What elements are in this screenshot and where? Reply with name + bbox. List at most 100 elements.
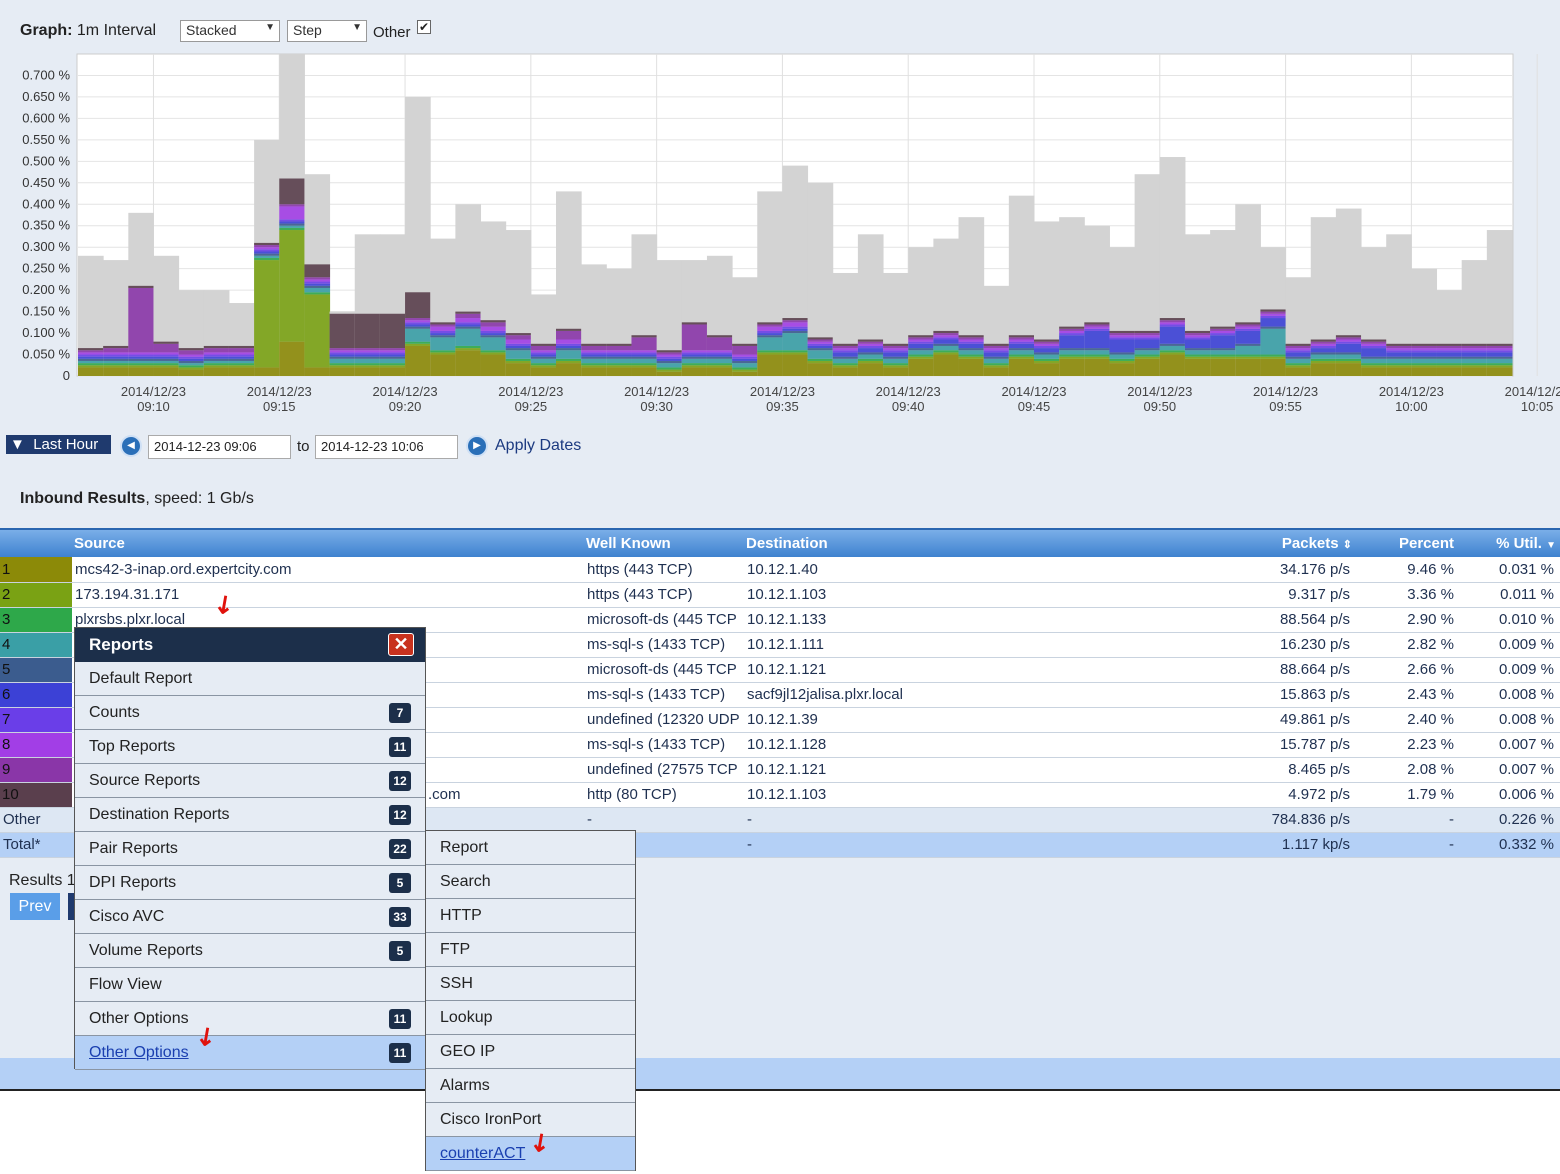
series-segment: [1059, 350, 1085, 355]
previous-range-icon[interactable]: ◀: [120, 435, 142, 457]
submenu-item[interactable]: FTP: [426, 933, 635, 967]
date-from-input[interactable]: 2014-12-23 09:06: [148, 435, 291, 459]
series-segment: [782, 354, 809, 376]
other-checkbox[interactable]: ✔: [417, 20, 431, 34]
menu-item[interactable]: Other Options 11: [75, 1036, 425, 1070]
menu-item[interactable]: Volume Reports 5: [75, 934, 425, 968]
menu-item-label: Destination Reports: [89, 806, 230, 823]
x-tick-time: 09:50: [1144, 399, 1177, 414]
submenu-item[interactable]: HTTP: [426, 899, 635, 933]
submenu-item[interactable]: GEO IP: [426, 1035, 635, 1069]
util-cell: 0.007 %: [1460, 757, 1560, 783]
menu-item[interactable]: Destination Reports 12: [75, 798, 425, 832]
stack-mode-select[interactable]: Stacked ▼: [180, 20, 280, 42]
header-util[interactable]: % Util. ▼: [1460, 528, 1560, 557]
last-hour-button[interactable]: ▼ Last Hour: [6, 435, 111, 454]
series-segment: [983, 358, 1010, 364]
series-segment: [1184, 330, 1211, 334]
series-segment: [908, 354, 934, 357]
series-segment: [1436, 365, 1463, 368]
header-source[interactable]: Source: [72, 528, 584, 557]
submenu-item[interactable]: SSH: [426, 967, 635, 1001]
submenu-item[interactable]: Search: [426, 865, 635, 899]
series-segment: [530, 352, 557, 355]
util-cell: 0.006 %: [1460, 782, 1560, 808]
well-known-cell: ms-sql-s (1433 TCP): [584, 682, 744, 708]
series-segment: [103, 365, 129, 368]
series-segment: [581, 367, 607, 376]
series-segment: [1184, 350, 1211, 355]
series-segment: [1411, 350, 1438, 353]
menu-item[interactable]: Counts 7: [75, 696, 425, 730]
series-segment: [1109, 358, 1136, 361]
series-segment: [606, 363, 632, 366]
source-cell[interactable]: mcs42-3-inap.ord.expertcity.com: [72, 557, 584, 583]
series-segment: [1310, 343, 1337, 346]
series-segment: [1461, 367, 1488, 376]
series-segment: [857, 345, 884, 349]
series-segment: [480, 330, 507, 334]
destination-cell: -: [744, 807, 1144, 833]
series-segment: [1034, 360, 1060, 364]
next-range-icon[interactable]: ▶: [466, 435, 488, 457]
submenu-item[interactable]: Report: [426, 831, 635, 865]
prev-button[interactable]: Prev: [10, 893, 60, 920]
x-tick-time: 09:35: [766, 399, 799, 414]
source-cell[interactable]: 173.194.31.171: [72, 582, 584, 608]
well-known-cell: undefined (12320 UDP: [584, 707, 744, 733]
menu-item[interactable]: Source Reports 12: [75, 764, 425, 798]
series-segment: [329, 350, 356, 353]
series-segment: [254, 242, 280, 246]
line-mode-select[interactable]: Step ▼: [287, 20, 367, 42]
submenu-item[interactable]: Alarms: [426, 1069, 635, 1103]
series-segment: [354, 352, 381, 355]
series-segment: [908, 358, 934, 376]
series-segment: [1310, 358, 1337, 361]
menu-item-label: Counts: [89, 704, 140, 721]
series-segment: [304, 287, 331, 293]
apply-dates-link[interactable]: Apply Dates: [495, 437, 581, 455]
close-icon[interactable]: ✕: [388, 633, 414, 656]
submenu-item[interactable]: Lookup: [426, 1001, 635, 1035]
series-segment: [706, 335, 733, 338]
series-segment: [1361, 343, 1387, 346]
series-segment: [128, 363, 154, 366]
menu-item[interactable]: Top Reports 11: [75, 730, 425, 764]
series-segment: [254, 260, 280, 368]
series-segment: [656, 356, 683, 359]
header-destination[interactable]: Destination: [744, 528, 1144, 557]
menu-item[interactable]: Flow View: [75, 968, 425, 1002]
series-segment: [782, 320, 809, 323]
destination-cell: 10.12.1.39: [744, 707, 1144, 733]
x-tick-date: 2014/12/23: [498, 384, 563, 399]
series-segment: [782, 352, 809, 355]
menu-item[interactable]: Cisco AVC 33: [75, 900, 425, 934]
series-segment: [1059, 348, 1085, 351]
table-row[interactable]: 1 mcs42-3-inap.ord.expertcity.com https (4…: [0, 557, 1560, 583]
series-segment: [430, 333, 456, 336]
menu-item[interactable]: Other Options 11: [75, 1002, 425, 1036]
header-packets[interactable]: Packets ⇕: [1144, 528, 1356, 557]
y-axis: 0 0.050 % 0.100 % 0.150 % 0.200 % 0.250 % 0.30…: [22, 67, 70, 383]
menu-item[interactable]: Default Report: [75, 662, 425, 696]
y-tick-label: 0.600 %: [22, 110, 70, 125]
series-segment: [1461, 365, 1488, 368]
series-segment: [329, 356, 356, 359]
series-segment: [228, 354, 255, 357]
header-well-known[interactable]: Well Known: [584, 528, 744, 557]
series-segment: [1134, 335, 1161, 338]
to-label: to: [297, 438, 310, 455]
menu-item-label: Volume Reports: [89, 942, 203, 959]
date-to-input[interactable]: 2014-12-23 10:06: [315, 435, 458, 459]
series-segment: [782, 330, 809, 334]
series-segment: [1184, 354, 1211, 357]
series-segment: [1386, 358, 1412, 364]
series-segment: [1034, 348, 1060, 353]
header-percent[interactable]: Percent: [1356, 528, 1460, 557]
menu-item[interactable]: Pair Reports 22: [75, 832, 425, 866]
menu-item[interactable]: DPI Reports 5: [75, 866, 425, 900]
series-segment: [782, 322, 809, 327]
series-segment: [983, 352, 1010, 357]
series-segment: [1436, 343, 1463, 346]
series-segment: [1260, 313, 1287, 316]
